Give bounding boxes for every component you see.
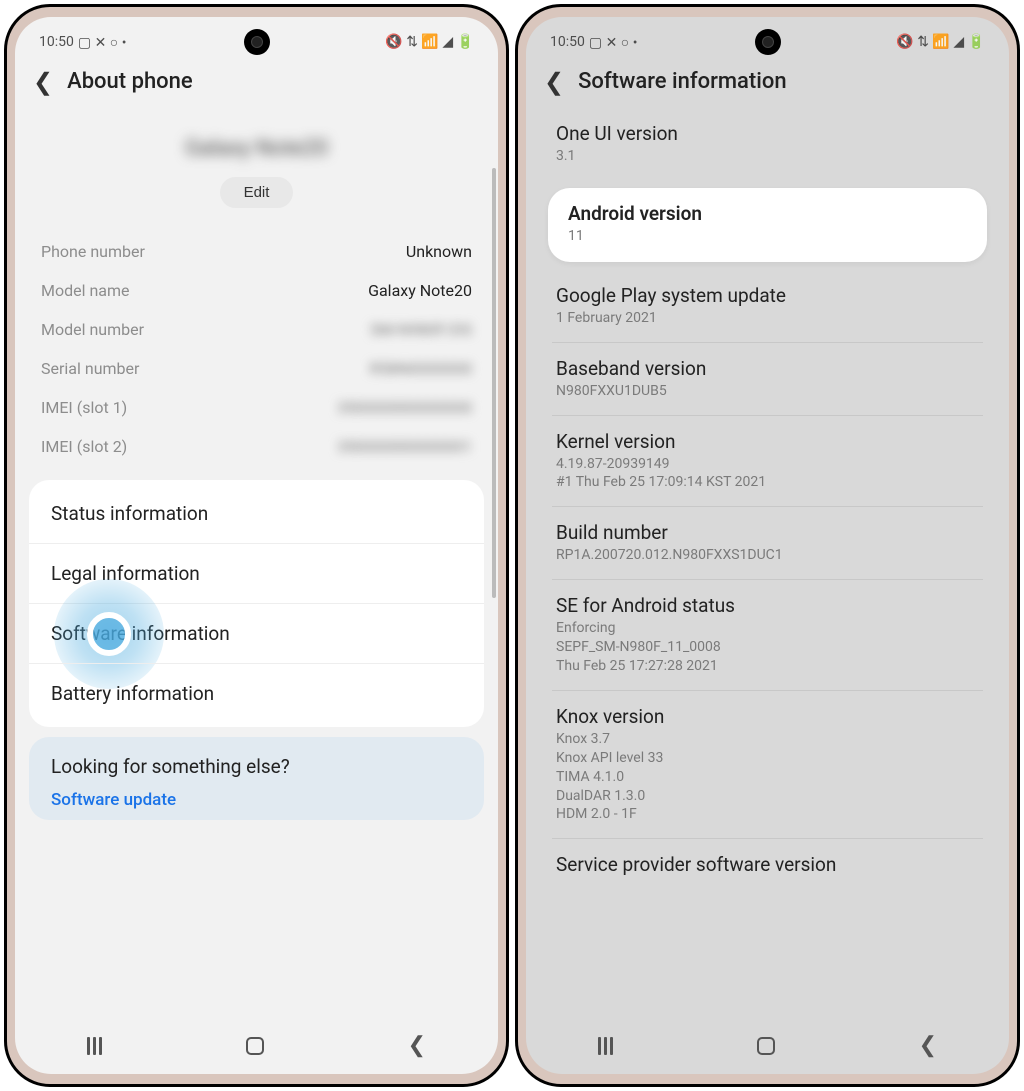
value: 350000000000000 xyxy=(337,398,472,417)
link-label: Software information xyxy=(51,622,230,645)
value: Unknown xyxy=(406,242,472,261)
page-title: About phone xyxy=(67,69,193,94)
value: 4.19.87-20939149 #1 Thu Feb 25 17:09:14 … xyxy=(556,455,979,493)
value: 350000000000001 xyxy=(337,437,472,456)
label: Serial number xyxy=(41,359,139,378)
hint-title: Looking for something else? xyxy=(51,755,462,778)
value: Galaxy Note20 xyxy=(368,281,472,300)
navigation-bar: ❮ xyxy=(15,1019,498,1074)
title: Kernel version xyxy=(556,430,979,453)
hint-card: Looking for something else? Software upd… xyxy=(29,737,484,820)
row-serial-number: Serial number R58N0000000 xyxy=(25,349,488,388)
status-right-icons: 🔇 ⇅ 📶 ◢ 🔋 xyxy=(385,34,474,50)
block-gplay-update[interactable]: Google Play system update 1 February 202… xyxy=(536,270,999,342)
status-time: 10:50 xyxy=(39,34,74,50)
header: ❮ About phone xyxy=(15,59,498,108)
status-right-icons: 🔇 ⇅ 📶 ◢ 🔋 xyxy=(896,34,985,50)
screen-software-information: 10:50 ▢ ✕ ○ • 🔇 ⇅ 📶 ◢ 🔋 ❮ Software infor… xyxy=(526,17,1009,1074)
value: RP1A.200720.012.N980FXXS1DUC1 xyxy=(556,546,979,565)
back-icon[interactable]: ❮ xyxy=(33,70,53,94)
nav-back-icon[interactable]: ❮ xyxy=(919,1033,937,1058)
header: ❮ Software information xyxy=(526,59,1009,108)
nav-recents-icon[interactable] xyxy=(87,1037,102,1055)
block-build[interactable]: Build number RP1A.200720.012.N980FXXS1DU… xyxy=(536,507,999,579)
label: Model number xyxy=(41,320,144,339)
link-software-information[interactable]: Software information xyxy=(29,603,484,663)
value: SM-N980F/DS xyxy=(370,320,472,339)
status-left-icons: ▢ ✕ ○ • xyxy=(589,34,638,51)
value: 1 February 2021 xyxy=(556,309,979,328)
value: Enforcing SEPF_SM-N980F_11_0008 Thu Feb … xyxy=(556,619,979,676)
link-status-information[interactable]: Status information xyxy=(29,484,484,543)
block-knox[interactable]: Knox version Knox 3.7 Knox API level 33 … xyxy=(536,691,999,838)
nav-back-icon[interactable]: ❮ xyxy=(408,1033,426,1058)
title: Google Play system update xyxy=(556,284,979,307)
value: N980FXXU1DUB5 xyxy=(556,382,979,401)
nav-home-icon[interactable] xyxy=(246,1037,264,1055)
row-imei-2: IMEI (slot 2) 350000000000001 xyxy=(25,427,488,466)
title: Knox version xyxy=(556,705,979,728)
block-baseband[interactable]: Baseband version N980FXXU1DUB5 xyxy=(536,343,999,415)
link-legal-information[interactable]: Legal information xyxy=(29,543,484,603)
row-model-number: Model number SM-N980F/DS xyxy=(25,310,488,349)
nav-recents-icon[interactable] xyxy=(598,1037,613,1055)
value: Knox 3.7 Knox API level 33 TIMA 4.1.0 Du… xyxy=(556,730,979,824)
status-left-icons: ▢ ✕ ○ • xyxy=(78,34,127,51)
screen-about-phone: 10:50 ▢ ✕ ○ • 🔇 ⇅ 📶 ◢ 🔋 ❮ About phone Ga… xyxy=(15,17,498,1074)
value: 11 xyxy=(568,227,967,246)
link-battery-information[interactable]: Battery information xyxy=(29,663,484,723)
scroll-indicator[interactable] xyxy=(492,168,496,598)
row-model-name: Model name Galaxy Note20 xyxy=(25,271,488,310)
phone-left: 10:50 ▢ ✕ ○ • 🔇 ⇅ 📶 ◢ 🔋 ❮ About phone Ga… xyxy=(4,4,509,1087)
content-area: Galaxy Note20 Edit Phone number Unknown … xyxy=(15,108,498,1019)
status-time: 10:50 xyxy=(550,34,585,50)
block-kernel[interactable]: Kernel version 4.19.87-20939149 #1 Thu F… xyxy=(536,416,999,507)
edit-button[interactable]: Edit xyxy=(220,177,294,208)
title: Baseband version xyxy=(556,357,979,380)
row-phone-number: Phone number Unknown xyxy=(25,232,488,271)
content-area: One UI version 3.1 Android version 11 Go… xyxy=(526,108,1009,1019)
title: Build number xyxy=(556,521,979,544)
label: IMEI (slot 1) xyxy=(41,398,127,417)
label: Phone number xyxy=(41,242,145,261)
nav-home-icon[interactable] xyxy=(757,1037,775,1055)
row-imei-1: IMEI (slot 1) 350000000000000 xyxy=(25,388,488,427)
info-links-card: Status information Legal information Sof… xyxy=(29,480,484,727)
title: SE for Android status xyxy=(556,594,979,617)
label: IMEI (slot 2) xyxy=(41,437,127,456)
value: R58N0000000 xyxy=(370,359,472,378)
page-title: Software information xyxy=(578,69,786,94)
title: Android version xyxy=(568,202,967,225)
value: 3.1 xyxy=(556,147,979,166)
label: Model name xyxy=(41,281,130,300)
block-oneui-version[interactable]: One UI version 3.1 xyxy=(536,108,999,180)
device-name-blurred: Galaxy Note20 xyxy=(25,108,488,165)
navigation-bar: ❮ xyxy=(526,1019,1009,1074)
title: One UI version xyxy=(556,122,979,145)
camera-cutout xyxy=(755,29,781,55)
block-se-android[interactable]: SE for Android status Enforcing SEPF_SM-… xyxy=(536,580,999,690)
block-android-version[interactable]: Android version 11 xyxy=(548,188,987,262)
title: Service provider software version xyxy=(556,853,979,876)
back-icon[interactable]: ❮ xyxy=(544,70,564,94)
link-software-update[interactable]: Software update xyxy=(51,790,462,810)
block-carrier-sw[interactable]: Service provider software version xyxy=(536,839,999,892)
phone-right: 10:50 ▢ ✕ ○ • 🔇 ⇅ 📶 ◢ 🔋 ❮ Software infor… xyxy=(515,4,1020,1087)
camera-cutout xyxy=(244,29,270,55)
